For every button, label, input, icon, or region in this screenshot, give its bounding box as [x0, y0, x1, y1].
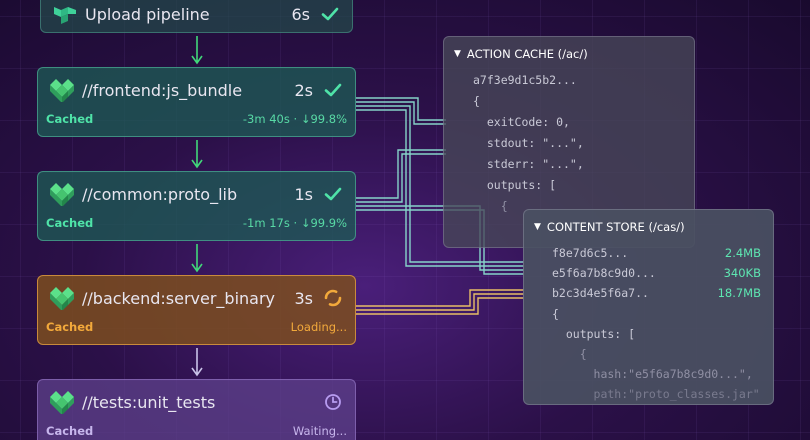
cas-entry-hash: e5f6a7b8c9d0... [552, 266, 656, 280]
cas-entry-hash: f8e7d6c5... [552, 246, 629, 260]
step-name: //frontend:js_bundle [82, 80, 243, 100]
bazel-logo-icon [50, 183, 74, 206]
step-time: 6s [291, 4, 310, 24]
cache-savings: -3m 40s · ↓99.8% [242, 112, 347, 126]
cas-entry-size: 2.4MB [724, 246, 761, 260]
loading-status: Loading... [290, 320, 347, 334]
cas-entry-hash: b2c3d4e5f6a7.. [552, 286, 649, 300]
bazel-logo-icon [50, 287, 74, 310]
code-line: { [473, 94, 480, 108]
cache-label: Cached [46, 320, 94, 334]
loading-spinner-icon [323, 288, 343, 308]
step-name: //backend:server_binary [82, 288, 276, 308]
step-name: Upload pipeline [85, 4, 210, 24]
code-line: { [552, 347, 587, 361]
panel-title-text: CONTENT STORE (/cas/) [546, 220, 685, 234]
bazel-logo-icon [50, 391, 74, 414]
step-upload-pipeline[interactable]: Upload pipeline 6s [40, 0, 353, 33]
cache-label: Cached [46, 112, 94, 126]
step-time: 1s [294, 184, 313, 204]
panel-title-text: ACTION CACHE (/ac/) [466, 47, 588, 61]
step-name: //common:proto_lib [82, 184, 238, 204]
arrow-down-icon [191, 348, 203, 377]
clock-icon [323, 392, 343, 412]
code-line: { [552, 307, 559, 321]
cas-entry-size: 18.7MB [717, 286, 761, 300]
waiting-status: Waiting... [292, 424, 347, 438]
action-cache-title[interactable]: ▼ ACTION CACHE (/ac/) [454, 47, 588, 61]
code-line: outputs: [ [473, 178, 557, 192]
code-line: hash:"e5f6a7b8c9d0...", [552, 367, 753, 381]
step-time: 3s [294, 288, 313, 308]
cache-key: a7f3e9d1c5b2... [473, 73, 577, 87]
bazel-logo-icon [50, 79, 74, 102]
caret-down-icon: ▼ [534, 222, 541, 232]
code-line: { [473, 199, 508, 213]
step-backend-server-binary[interactable]: //backend:server_binary 3s Cached Loadin… [37, 275, 356, 345]
cache-savings: -1m 17s · ↓99.9% [242, 216, 347, 230]
cache-label: Cached [46, 424, 94, 438]
check-icon [320, 4, 340, 24]
step-name: //tests:unit_tests [82, 392, 216, 412]
content-store-title[interactable]: ▼ CONTENT STORE (/cas/) [534, 220, 685, 234]
check-icon [323, 80, 343, 100]
arrow-down-icon [191, 140, 203, 169]
code-line: stdout: "...", [473, 136, 584, 150]
step-time: 2s [294, 80, 313, 100]
code-line: path:"proto_classes.jar" [552, 387, 760, 401]
code-line: outputs: [ [552, 327, 636, 341]
code-line: stderr: "...", [473, 157, 584, 171]
step-common-proto-lib[interactable]: //common:proto_lib 1s Cached -1m 17s · ↓… [37, 171, 356, 241]
arrow-down-icon [191, 244, 203, 273]
buildkite-logo-icon [54, 7, 76, 24]
check-icon [323, 184, 343, 204]
arrow-down-icon [191, 36, 203, 65]
code-line: exitCode: 0, [473, 115, 570, 129]
cas-entry-size: 340KB [723, 266, 761, 280]
step-tests-unit-tests[interactable]: //tests:unit_tests Cached Waiting... [37, 379, 356, 440]
caret-down-icon: ▼ [454, 49, 461, 59]
content-store-panel[interactable]: ▼ CONTENT STORE (/cas/) f8e7d6c5... 2.4M… [523, 209, 774, 405]
step-frontend-js-bundle[interactable]: //frontend:js_bundle 2s Cached -3m 40s ·… [37, 67, 356, 137]
cache-label: Cached [46, 216, 94, 230]
